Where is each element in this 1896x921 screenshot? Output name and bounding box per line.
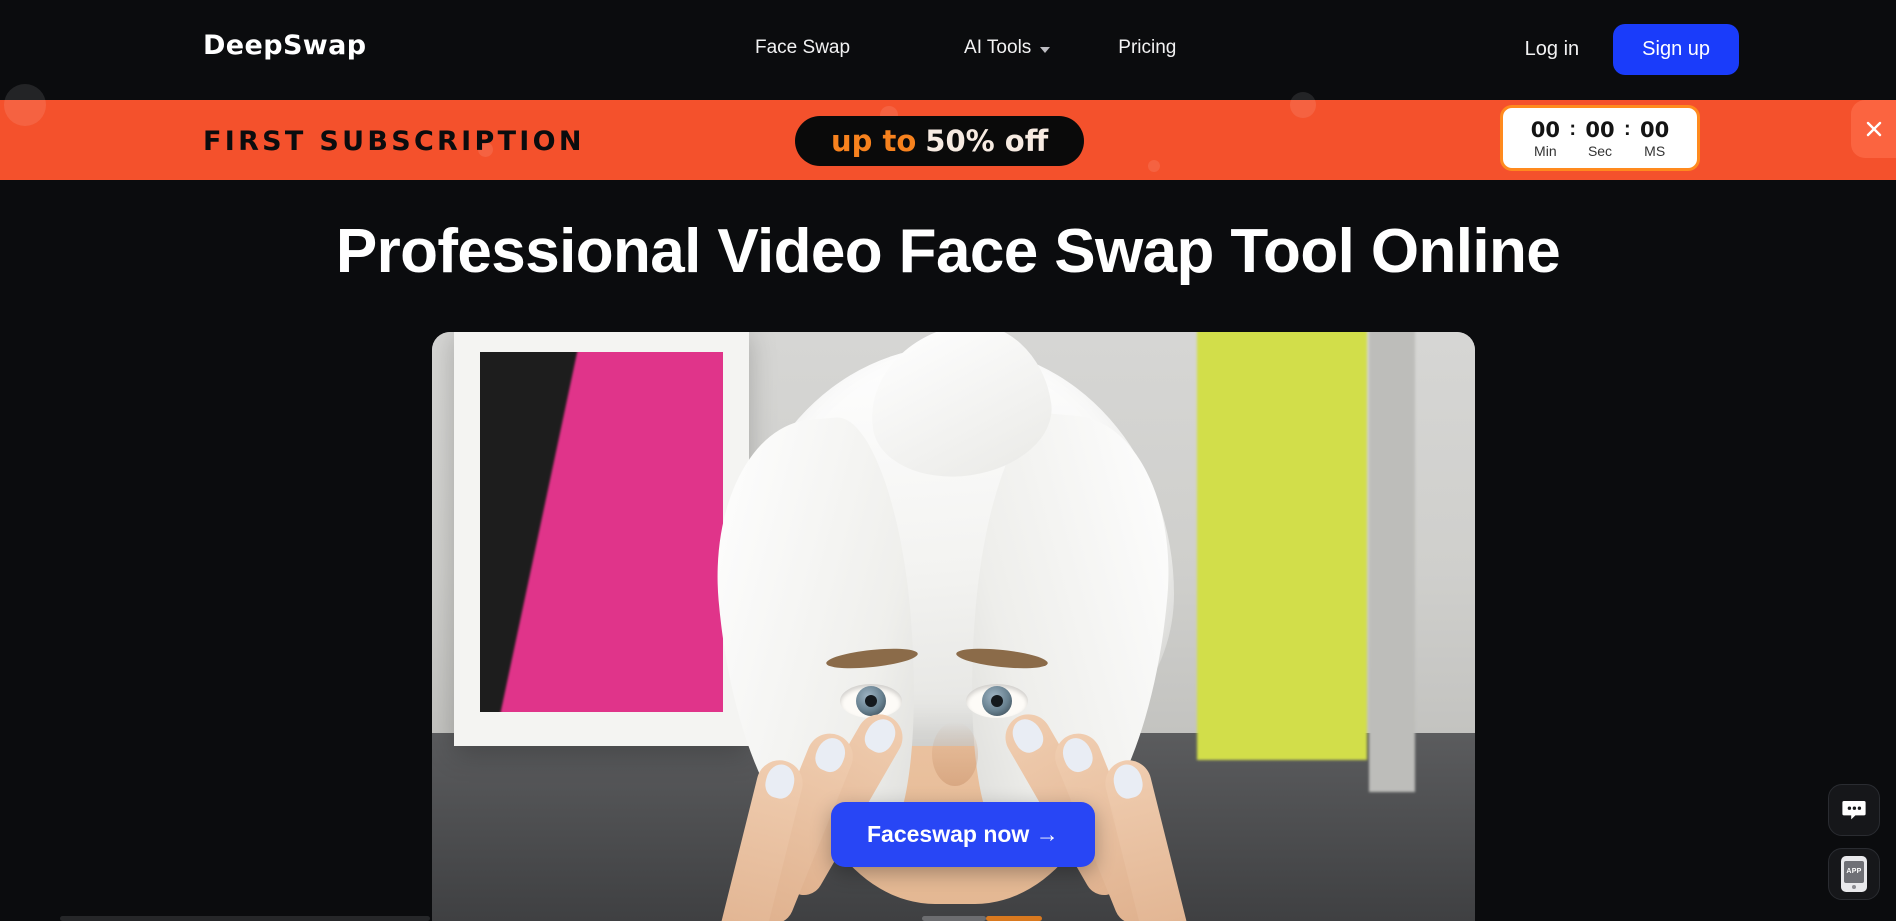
person-fingernail bbox=[810, 733, 850, 776]
timer-value: 00 bbox=[1640, 118, 1670, 142]
nav-item-face-swap[interactable]: Face Swap bbox=[755, 33, 850, 63]
timer-separator: : bbox=[1569, 117, 1576, 140]
app-widget-label: APP bbox=[1844, 860, 1864, 883]
person-fingernail bbox=[859, 713, 901, 758]
person-fingernail bbox=[1109, 761, 1146, 802]
close-icon bbox=[1866, 121, 1881, 137]
auth-actions: Log in Sign up bbox=[1525, 24, 1896, 75]
person-fingernail bbox=[761, 761, 798, 802]
login-link[interactable]: Log in bbox=[1525, 38, 1580, 61]
person-fingernail bbox=[1006, 713, 1048, 758]
promo-offer-prefix: up to bbox=[831, 124, 917, 158]
brand-logo[interactable]: DeepSwap bbox=[203, 30, 367, 61]
timer-unit-milliseconds: 00 MS bbox=[1632, 118, 1678, 160]
signup-button[interactable]: Sign up bbox=[1613, 24, 1739, 75]
person-fingernail bbox=[1057, 733, 1097, 776]
timer-value: 00 bbox=[1585, 118, 1615, 142]
faceswap-now-button[interactable]: Faceswap now → bbox=[831, 802, 1095, 867]
page-title: Professional Video Face Swap Tool Online bbox=[335, 217, 1561, 286]
timer-value: 00 bbox=[1530, 118, 1560, 142]
promo-title: FIRST SUBSCRIPTION bbox=[203, 126, 585, 157]
timer-unit-seconds: 00 Sec bbox=[1577, 118, 1623, 160]
carousel-progress-bar[interactable] bbox=[0, 916, 1896, 921]
nav-item-label: AI Tools bbox=[964, 37, 1032, 58]
timer-separator: : bbox=[1624, 117, 1631, 140]
app-widget-button[interactable]: APP bbox=[1828, 848, 1880, 900]
carousel-segment-track[interactable] bbox=[922, 916, 986, 921]
promo-offer-pill[interactable]: up to 50% off bbox=[795, 116, 1085, 166]
chat-widget-button[interactable] bbox=[1828, 784, 1880, 836]
promo-offer-value: 50% off bbox=[925, 124, 1049, 158]
timer-label: Min bbox=[1534, 143, 1557, 159]
decorative-dot bbox=[1148, 160, 1160, 172]
main-navigation: Face Swap AI Tools Pricing bbox=[755, 33, 1176, 63]
timer-label: Sec bbox=[1587, 143, 1613, 159]
countdown-timer: 00 Min : 00 Sec : 00 MS bbox=[1500, 105, 1700, 171]
page-root: DeepSwap Face Swap AI Tools Pricing Log … bbox=[0, 0, 1896, 921]
timer-label: MS bbox=[1644, 143, 1666, 159]
scene-panel-strip bbox=[1369, 332, 1415, 792]
floating-widgets: APP bbox=[1828, 784, 1880, 900]
site-header: DeepSwap Face Swap AI Tools Pricing Log … bbox=[0, 0, 1896, 100]
nav-item-pricing[interactable]: Pricing bbox=[1118, 33, 1176, 63]
chat-bubble-icon bbox=[1842, 801, 1866, 820]
nav-item-label: Face Swap bbox=[755, 37, 851, 58]
mobile-app-icon: APP bbox=[1841, 856, 1867, 892]
carousel-segment-active[interactable] bbox=[986, 916, 1042, 921]
carousel-segment-inactive bbox=[60, 916, 430, 921]
chevron-down-icon bbox=[1040, 46, 1051, 53]
banner-close-button[interactable] bbox=[1851, 100, 1896, 158]
nav-item-label: Pricing bbox=[1118, 37, 1177, 58]
decorative-dot bbox=[4, 84, 46, 126]
nav-item-ai-tools[interactable]: AI Tools bbox=[964, 33, 1051, 63]
person-nose bbox=[931, 722, 978, 786]
decorative-dot bbox=[1290, 92, 1316, 118]
timer-unit-minutes: 00 Min bbox=[1522, 118, 1568, 160]
